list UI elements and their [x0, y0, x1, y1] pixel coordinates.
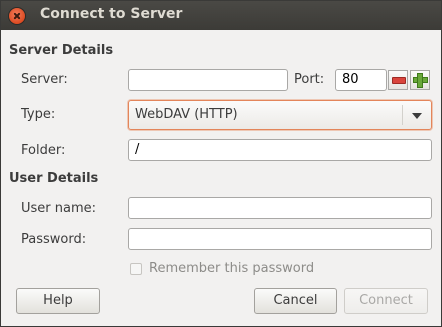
type-select[interactable]: WebDAV (HTTP): [128, 100, 432, 130]
remember-password-checkbox[interactable]: [130, 263, 142, 275]
section-server-details: Server Details: [9, 43, 114, 58]
help-button[interactable]: Help: [16, 288, 100, 314]
cancel-button[interactable]: Cancel: [254, 288, 337, 314]
titlebar: Connect to Server: [1, 1, 441, 30]
connect-to-server-dialog: Connect to Server Server Details Server:…: [0, 0, 442, 327]
folder-input[interactable]: /: [128, 139, 432, 161]
window-title: Connect to Server: [40, 6, 183, 22]
port-increment-button[interactable]: [410, 70, 430, 90]
type-label: Type:: [21, 107, 56, 122]
connect-button[interactable]: Connect: [344, 288, 428, 314]
type-selected-value: WebDAV (HTTP): [135, 107, 238, 122]
close-icon[interactable]: [9, 8, 25, 24]
server-input[interactable]: [128, 69, 288, 91]
plus-icon-vertical: [417, 73, 423, 88]
username-input[interactable]: [128, 197, 432, 219]
server-label: Server:: [21, 72, 68, 87]
port-input[interactable]: 80: [335, 69, 387, 91]
section-user-details: User Details: [9, 171, 99, 186]
password-label: Password:: [21, 232, 87, 247]
username-label: User name:: [21, 201, 97, 216]
chevron-down-icon: [412, 113, 422, 119]
folder-label: Folder:: [21, 143, 66, 158]
remember-password-label: Remember this password: [149, 261, 315, 276]
port-decrement-button[interactable]: [388, 70, 408, 90]
combo-separator: [402, 105, 403, 125]
password-input[interactable]: [128, 228, 432, 250]
minus-icon: [392, 77, 406, 84]
port-label: Port:: [294, 72, 325, 87]
